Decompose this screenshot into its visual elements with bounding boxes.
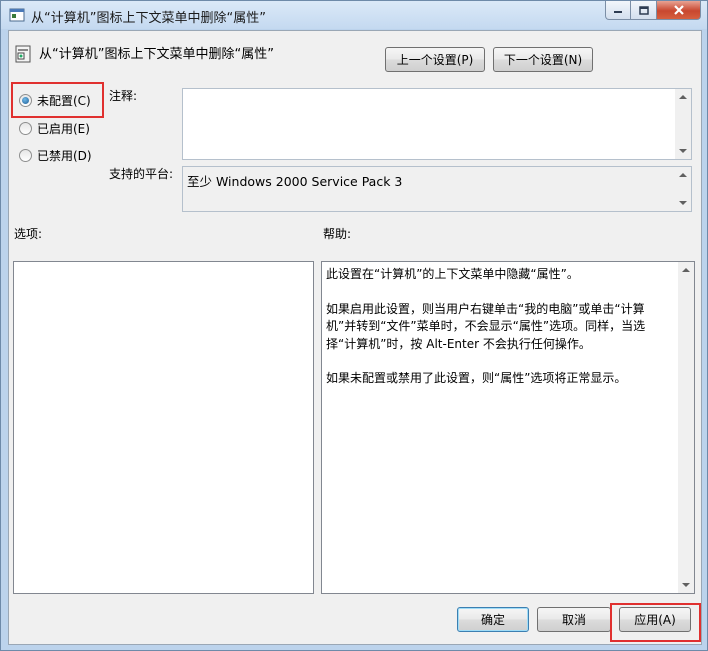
radio-label: 已禁用(D) bbox=[37, 148, 92, 163]
minimize-icon bbox=[614, 11, 622, 13]
cancel-button[interactable]: 取消 bbox=[537, 607, 611, 632]
help-scrollbar[interactable] bbox=[678, 262, 694, 593]
options-pane bbox=[13, 261, 314, 594]
close-button[interactable] bbox=[657, 1, 701, 20]
options-label: 选项: bbox=[14, 227, 43, 241]
scroll-down-icon[interactable] bbox=[679, 149, 687, 153]
help-paragraph: 如果启用此设置，则当用户右键单击“我的电脑”或单击“计算机”并转到“文件”菜单时… bbox=[326, 301, 646, 351]
platform-label: 支持的平台: bbox=[109, 167, 174, 181]
help-paragraph: 此设置在“计算机”的上下文菜单中隐藏“属性”。 bbox=[326, 267, 579, 281]
comment-textarea[interactable] bbox=[182, 88, 692, 160]
highlight-box-apply bbox=[610, 603, 701, 642]
scroll-down-icon[interactable] bbox=[679, 201, 687, 205]
ok-button[interactable]: 确定 bbox=[457, 607, 529, 632]
radio-enabled[interactable]: 已启用(E) bbox=[19, 120, 90, 136]
radio-dot bbox=[19, 148, 32, 162]
maximize-button[interactable] bbox=[631, 1, 657, 20]
scroll-up-icon[interactable] bbox=[679, 95, 687, 99]
comment-label: 注释: bbox=[109, 89, 138, 103]
setting-title: 从“计算机”图标上下文菜单中删除“属性” bbox=[39, 47, 274, 62]
previous-setting-button[interactable]: 上一个设置(P) bbox=[385, 47, 485, 72]
help-text: 此设置在“计算机”的上下文菜单中隐藏“属性”。 如果启用此设置，则当用户右键单击… bbox=[326, 266, 672, 405]
help-label: 帮助: bbox=[323, 227, 352, 241]
policy-setting-window: 从“计算机”图标上下文菜单中删除“属性” 从“计算机”图标上下文菜单中删除“属性… bbox=[0, 0, 708, 651]
platform-scrollbar[interactable] bbox=[675, 167, 691, 211]
policy-setting-icon bbox=[15, 45, 31, 63]
scroll-up-icon[interactable] bbox=[682, 268, 690, 272]
highlight-box-not-configured bbox=[11, 82, 104, 118]
scroll-up-icon[interactable] bbox=[679, 173, 687, 177]
scroll-down-icon[interactable] bbox=[682, 583, 690, 587]
window-title: 从“计算机”图标上下文菜单中删除“属性” bbox=[31, 11, 266, 26]
help-paragraph: 如果未配置或禁用了此设置，则“属性”选项将正常显示。 bbox=[326, 371, 627, 385]
title-bar[interactable]: 从“计算机”图标上下文菜单中删除“属性” bbox=[1, 1, 707, 29]
next-setting-button[interactable]: 下一个设置(N) bbox=[493, 47, 593, 72]
maximize-icon bbox=[638, 5, 649, 15]
radio-disabled[interactable]: 已禁用(D) bbox=[19, 147, 92, 163]
radio-label: 已启用(E) bbox=[37, 121, 90, 136]
radio-dot bbox=[19, 121, 32, 135]
close-icon bbox=[673, 5, 684, 15]
platform-field: 至少 Windows 2000 Service Pack 3 bbox=[182, 166, 692, 212]
dialog-body: 从“计算机”图标上下文菜单中删除“属性” 上一个设置(P) 下一个设置(N) 未… bbox=[8, 30, 702, 645]
platform-value: 至少 Windows 2000 Service Pack 3 bbox=[187, 174, 403, 189]
minimize-button[interactable] bbox=[605, 1, 631, 20]
help-pane[interactable]: 此设置在“计算机”的上下文菜单中隐藏“属性”。 如果启用此设置，则当用户右键单击… bbox=[321, 261, 695, 594]
policy-window-icon bbox=[9, 8, 25, 22]
comment-scrollbar[interactable] bbox=[675, 89, 691, 159]
